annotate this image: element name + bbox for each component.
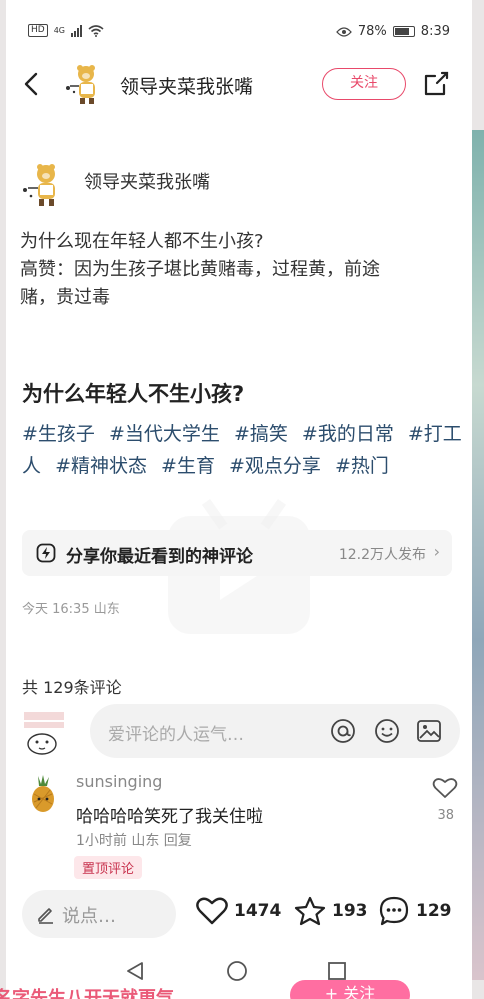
like-action[interactable]: 1474: [196, 896, 281, 926]
post-body-line: 高赞：因为生孩子堪比黄赌毒，过程黄，前途: [20, 259, 380, 280]
image-icon[interactable]: [416, 718, 442, 744]
my-avatar: [18, 708, 70, 758]
comment-text: 哈哈哈哈笑死了我关住啦: [76, 807, 263, 827]
top-navigation: 领导夹菜我张嘴 关注: [6, 58, 472, 110]
overlay-follow-button[interactable]: + 关注: [290, 980, 410, 999]
post-body-line: 赌，贵过毒: [20, 287, 110, 308]
comment-item: sunsinging 哈哈哈哈笑死了我关住啦 1小时前 山东 回复 置顶评论 3…: [22, 772, 462, 882]
comment-action[interactable]: 129: [378, 896, 452, 926]
hashtag[interactable]: #热门: [335, 455, 389, 477]
clock: 8:39: [420, 24, 450, 39]
heart-icon: [196, 897, 228, 925]
status-right: 78% 8:39: [336, 24, 450, 39]
emoji-icon[interactable]: [374, 718, 400, 744]
post-body-line: 为什么现在年轻人都不生小孩?: [20, 231, 264, 252]
share-card-count: 12.2万人发布: [338, 547, 426, 563]
comment-bubble-icon: [379, 896, 409, 926]
mention-icon[interactable]: [330, 718, 356, 744]
header-title: 领导夹菜我张嘴: [120, 76, 254, 98]
hd-badge: HD: [28, 24, 48, 37]
bottom-action-bar: 说点… 1474 193 129: [6, 886, 472, 946]
share-card-label: 分享你最近看到的神评论: [66, 547, 253, 567]
author-avatar[interactable]: [20, 160, 68, 210]
follow-button[interactable]: 关注: [322, 68, 406, 100]
eye-icon: [336, 26, 352, 37]
post-body: 为什么现在年轻人都不生小孩? 高赞：因为生孩子堪比黄赌毒，过程黄，前途 赌，贵过…: [20, 228, 460, 312]
network-type: 4G: [53, 26, 65, 35]
bolt-icon: [36, 543, 56, 563]
comment-like-count: 38: [437, 808, 454, 823]
chevron-right-icon: ›: [433, 542, 440, 561]
star-icon: [294, 896, 326, 926]
commenter-name[interactable]: sunsinging: [76, 772, 162, 791]
hashtag[interactable]: #精神状态: [55, 455, 147, 477]
comment-count: 129: [416, 901, 452, 921]
hashtag-list: #生孩子 #当代大学生 #搞笑 #我的日常 #打工人 #精神状态 #生育 #观点…: [22, 418, 462, 482]
post-title: 为什么年轻人不生小孩?: [22, 382, 245, 406]
nav-recents-icon[interactable]: [326, 960, 348, 982]
say-placeholder: 说点…: [62, 906, 116, 927]
comment-input[interactable]: 爱评论的人运气…: [90, 704, 460, 758]
battery-percent: 78%: [357, 24, 387, 39]
like-count: 1474: [234, 901, 282, 921]
status-bar: HD 4G 78% 8:39: [6, 18, 472, 46]
post-author: 领导夹菜我张嘴: [20, 160, 460, 210]
hashtag[interactable]: #生孩子: [22, 423, 95, 445]
collect-count: 193: [332, 901, 368, 921]
comment-meta[interactable]: 1小时前 山东 回复: [76, 830, 192, 850]
nav-back-icon[interactable]: [124, 960, 146, 982]
collect-action[interactable]: 193: [294, 896, 368, 926]
avatar[interactable]: [62, 60, 112, 110]
pencil-icon: [38, 908, 53, 924]
nav-home-icon[interactable]: [226, 960, 248, 982]
hashtag[interactable]: #搞笑: [234, 423, 288, 445]
back-arrow-icon[interactable]: [18, 70, 46, 98]
comments-count: 共 129条评论: [22, 678, 122, 697]
hashtag[interactable]: #当代大学生: [109, 423, 220, 445]
say-something-input[interactable]: 说点…: [22, 890, 176, 938]
hashtag[interactable]: #观点分享: [229, 455, 321, 477]
signal-icon: [71, 24, 82, 37]
app-screen: HD 4G 78% 8:39 领导夹菜我张嘴 关注 领导夹菜我张嘴 为什么现在年…: [6, 0, 472, 999]
phone-frame: HD 4G 78% 8:39 领导夹菜我张嘴 关注 领导夹菜我张嘴 为什么现在年…: [0, 0, 484, 999]
share-comment-card[interactable]: 分享你最近看到的神评论 12.2万人发布 ›: [22, 530, 452, 576]
status-left: HD 4G: [28, 24, 104, 37]
pinned-badge: 置顶评论: [74, 856, 143, 879]
commenter-avatar[interactable]: [28, 774, 58, 814]
wifi-icon: [88, 24, 104, 37]
share-icon[interactable]: [422, 70, 450, 98]
heart-icon[interactable]: [432, 776, 458, 800]
hashtag[interactable]: #我的日常: [302, 423, 394, 445]
video-overlay-caption: 名字先生八开天就更气: [0, 988, 174, 999]
author-name[interactable]: 领导夹菜我张嘴: [84, 168, 210, 194]
post-timestamp: 今天 16:35 山东: [22, 602, 120, 617]
comment-input-placeholder: 爱评论的人运气…: [108, 725, 244, 745]
battery-icon: [392, 26, 415, 37]
hashtag[interactable]: #生育: [161, 455, 215, 477]
comment-composer: 爱评论的人运气…: [18, 700, 468, 766]
